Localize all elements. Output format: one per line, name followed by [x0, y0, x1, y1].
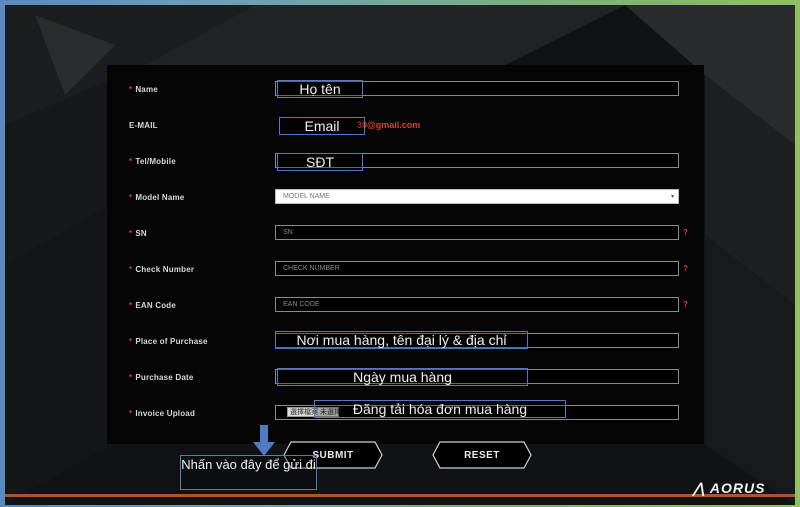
row-email: E-MAIL 30@gmail.com	[107, 117, 704, 137]
row-ean: * EAN Code EAN CODE ?	[107, 297, 704, 317]
required-mark: *	[129, 85, 133, 94]
annotation-submit-hint: Nhấn vào đây để gửi đi	[180, 455, 317, 490]
label-text: E-MAIL	[129, 121, 158, 130]
sn-input[interactable]: SN	[275, 225, 679, 240]
email-value[interactable]: 30@gmail.com	[357, 120, 420, 130]
model-select[interactable]: MODEL NAME ▾	[275, 189, 679, 204]
label-email: E-MAIL	[129, 121, 158, 130]
label-text: SN	[135, 229, 147, 238]
label-place: * Place of Purchase	[129, 337, 208, 346]
label-text: EAN Code	[135, 301, 177, 310]
annotation-place: Nơi mua hàng, tên đại lý & địa chỉ	[275, 331, 528, 349]
help-icon[interactable]: ?	[683, 264, 688, 273]
required-mark: *	[129, 301, 133, 310]
logo-mark-icon: ⋀	[693, 480, 706, 496]
row-name: * Name	[107, 81, 704, 101]
aorus-logo: ⋀ AORUS	[693, 480, 765, 497]
label-tel: * Tel/Mobile	[129, 157, 176, 166]
annotation-name: Họ tên	[277, 80, 363, 98]
row-check: * Check Number CHECK NUMBER ?	[107, 261, 704, 281]
annotation-date: Ngày mua hàng	[277, 368, 528, 386]
label-text: Name	[135, 85, 158, 94]
bottom-accent-line	[5, 494, 795, 497]
help-icon[interactable]: ?	[683, 228, 688, 237]
label-text: Place of Purchase	[135, 337, 208, 346]
sn-placeholder: SN	[283, 229, 293, 236]
ean-placeholder: EAN CODE	[283, 301, 320, 308]
help-icon[interactable]: ?	[683, 300, 688, 309]
required-mark: *	[129, 265, 133, 274]
label-text: Check Number	[135, 265, 195, 274]
label-name: * Name	[129, 85, 158, 94]
annotation-invoice: Đăng tải hóa đơn mua hàng	[314, 400, 566, 418]
label-text: Invoice Upload	[135, 409, 196, 418]
model-placeholder: MODEL NAME	[283, 193, 330, 200]
warranty-form: * Name E-MAIL 30@gmail.com * Tel/Mobile * M…	[107, 65, 704, 444]
required-mark: *	[129, 409, 133, 418]
arrow-down-icon	[253, 425, 275, 456]
row-sn: * SN SN ?	[107, 225, 704, 245]
label-ean: * EAN Code	[129, 301, 176, 310]
dropdown-caret-icon: ▾	[670, 194, 674, 200]
required-mark: *	[129, 229, 133, 238]
label-check: * Check Number	[129, 265, 194, 274]
label-model: * Model Name	[129, 193, 184, 202]
check-placeholder: CHECK NUMBER	[283, 265, 340, 272]
label-text: Model Name	[135, 193, 185, 202]
required-mark: *	[129, 337, 133, 346]
annotation-phone: SĐT	[277, 153, 363, 171]
row-model: * Model Name MODEL NAME ▾	[107, 189, 704, 209]
required-mark: *	[129, 193, 133, 202]
annotation-email: Email	[279, 117, 365, 135]
logo-text: AORUS	[709, 480, 766, 496]
required-mark: *	[129, 157, 133, 166]
label-text: Purchase Date	[135, 373, 194, 382]
required-mark: *	[129, 373, 133, 382]
label-sn: * SN	[129, 229, 147, 238]
label-invoice: * Invoice Upload	[129, 409, 195, 418]
label-date: * Purchase Date	[129, 373, 194, 382]
reset-button[interactable]: RESET	[432, 441, 532, 469]
ean-input[interactable]: EAN CODE	[275, 297, 679, 312]
label-text: Tel/Mobile	[135, 157, 176, 166]
row-tel: * Tel/Mobile	[107, 153, 704, 173]
check-number-input[interactable]: CHECK NUMBER	[275, 261, 679, 276]
reset-label: RESET	[464, 449, 500, 461]
